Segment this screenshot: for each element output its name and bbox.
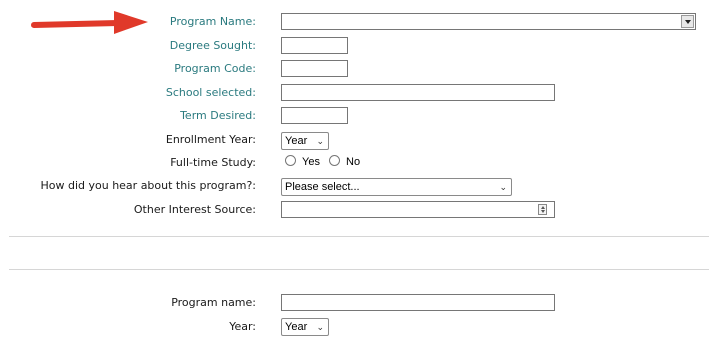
hear-about-value: Please select...	[285, 181, 360, 193]
chevron-down-icon: ⌄	[316, 322, 324, 332]
program-name-input-2[interactable]	[281, 294, 555, 311]
spinner-icon[interactable]	[538, 204, 547, 215]
year-value: Year	[285, 321, 308, 333]
red-arrow-icon	[31, 11, 148, 34]
radio-yes-label: Yes	[302, 156, 320, 168]
enrollment-year-value: Year	[285, 135, 308, 147]
chevron-down-icon: ⌄	[499, 182, 507, 192]
enrollment-year-select[interactable]: Year ⌄	[281, 132, 329, 150]
full-time-radio-group: Yes No	[285, 155, 366, 169]
program-name-label: Program Name:	[169, 15, 256, 28]
year-select[interactable]: Year ⌄	[281, 318, 329, 336]
degree-sought-input[interactable]	[281, 37, 348, 54]
full-time-study-label: Full-time Study:	[170, 156, 256, 169]
year-label: Year:	[229, 320, 256, 333]
degree-sought-label: Degree Sought:	[169, 39, 256, 52]
program-code-label: Program Code:	[174, 62, 256, 75]
school-selected-input[interactable]	[281, 84, 555, 101]
dropdown-arrow-icon[interactable]	[681, 15, 694, 28]
other-interest-input[interactable]	[281, 201, 555, 218]
school-selected-label: School selected:	[165, 86, 256, 99]
program-name-select[interactable]	[281, 13, 696, 30]
radio-yes[interactable]	[285, 155, 296, 166]
program-code-input[interactable]	[281, 60, 348, 77]
other-interest-label: Other Interest Source:	[133, 203, 256, 216]
enrollment-year-label: Enrollment Year:	[165, 133, 256, 146]
radio-no[interactable]	[329, 155, 341, 166]
section-divider	[9, 269, 709, 270]
radio-no-label: No	[346, 156, 361, 168]
program-name-label-2: Program name:	[171, 296, 256, 309]
hear-about-label: How did you hear about this program?:	[40, 179, 256, 192]
hear-about-select[interactable]: Please select... ⌄	[281, 178, 512, 196]
section-divider	[9, 236, 709, 237]
chevron-down-icon: ⌄	[316, 136, 324, 146]
term-desired-label: Term Desired:	[180, 109, 256, 122]
term-desired-input[interactable]	[281, 107, 348, 124]
